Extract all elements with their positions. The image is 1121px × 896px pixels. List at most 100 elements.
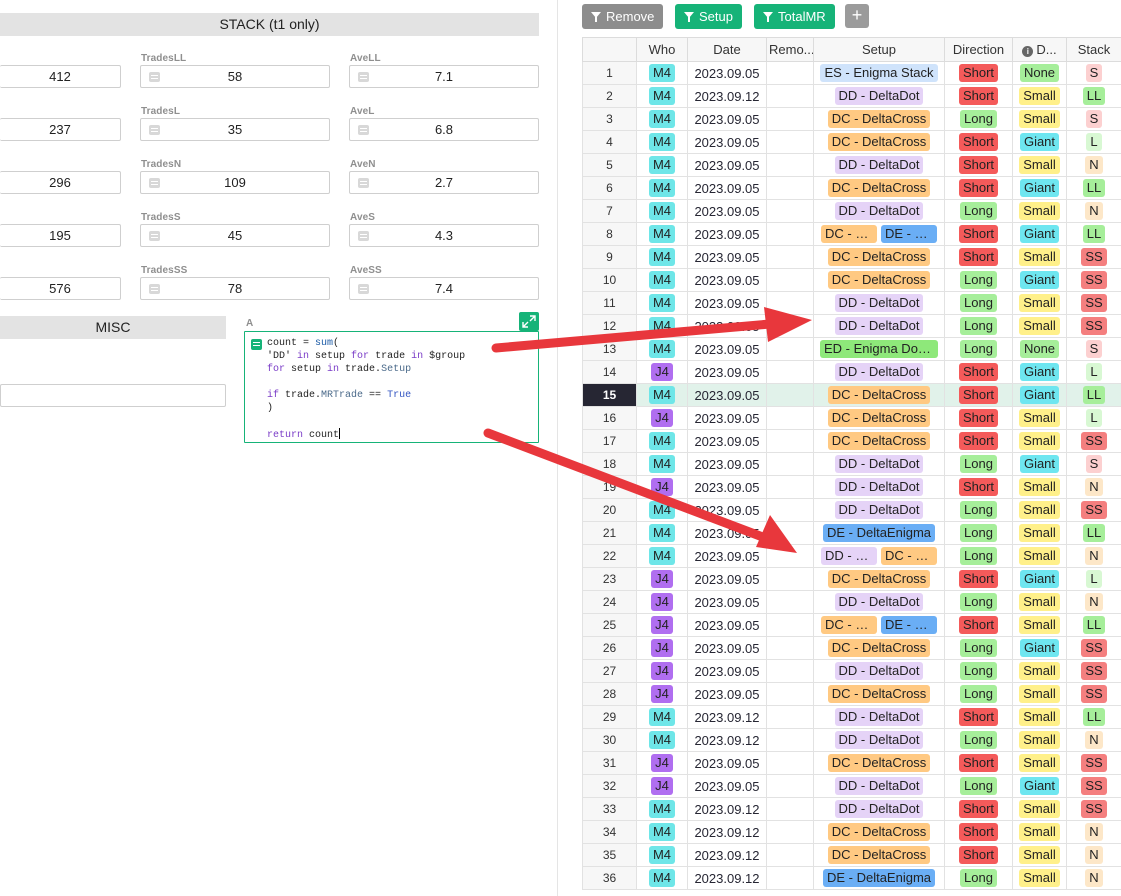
cell-removed[interactable] <box>766 314 814 338</box>
cell-date[interactable]: 2023.09.05 <box>687 222 767 246</box>
cell-stack[interactable]: S <box>1066 61 1121 85</box>
stack-left-value[interactable]: 296 <box>0 171 121 194</box>
cell-direction[interactable]: Short <box>944 429 1013 453</box>
cell-who[interactable]: M4 <box>636 199 688 223</box>
cell-date[interactable]: 2023.09.05 <box>687 498 767 522</box>
cell-setup[interactable]: DD - DeltaDot <box>813 452 945 476</box>
cell-date[interactable]: 2023.09.05 <box>687 406 767 430</box>
cell-removed[interactable] <box>766 291 814 315</box>
cell-removed[interactable] <box>766 728 814 752</box>
cell-who[interactable]: J4 <box>636 475 688 499</box>
cell-who[interactable]: M4 <box>636 452 688 476</box>
cell-date[interactable]: 2023.09.05 <box>687 567 767 591</box>
stack-left-value[interactable]: 237 <box>0 118 121 141</box>
cell-date[interactable]: 2023.09.05 <box>687 61 767 85</box>
field-value-box[interactable]: 109 <box>140 171 330 194</box>
cell-stack[interactable]: LL <box>1066 222 1121 246</box>
cell-size[interactable]: Small <box>1012 728 1067 752</box>
row-number[interactable]: 23 <box>582 567 637 591</box>
cell-who[interactable]: J4 <box>636 406 688 430</box>
cell-size[interactable]: Small <box>1012 84 1067 108</box>
row-number[interactable]: 5 <box>582 153 637 177</box>
table-row[interactable]: 36 M4 2023.09.12 DE - DeltaEnigma Long Small N <box>582 866 1121 890</box>
cell-who[interactable]: M4 <box>636 268 688 292</box>
cell-removed[interactable] <box>766 636 814 660</box>
cell-who[interactable]: M4 <box>636 153 688 177</box>
column-header-setup[interactable]: Setup <box>813 37 945 62</box>
cell-direction[interactable]: Short <box>944 751 1013 775</box>
cell-date[interactable]: 2023.09.05 <box>687 452 767 476</box>
cell-setup[interactable]: DD - DeltaDot <box>813 291 945 315</box>
cell-setup[interactable]: ES - Enigma Stack <box>813 61 945 85</box>
cell-removed[interactable] <box>766 682 814 706</box>
expand-editor-button[interactable] <box>519 312 539 331</box>
cell-removed[interactable] <box>766 429 814 453</box>
cell-who[interactable]: M4 <box>636 337 688 361</box>
cell-stack[interactable]: LL <box>1066 383 1121 407</box>
cell-stack[interactable]: SS <box>1066 268 1121 292</box>
cell-stack[interactable]: S <box>1066 337 1121 361</box>
cell-removed[interactable] <box>766 498 814 522</box>
cell-stack[interactable]: LL <box>1066 705 1121 729</box>
cell-who[interactable]: M4 <box>636 383 688 407</box>
column-header-removed[interactable]: Remo... <box>766 37 814 62</box>
cell-removed[interactable] <box>766 84 814 108</box>
cell-direction[interactable]: Long <box>944 521 1013 545</box>
cell-who[interactable]: J4 <box>636 636 688 660</box>
table-row[interactable]: 16 J4 2023.09.05 DC - DeltaCross Short Small L <box>582 406 1121 430</box>
cell-date[interactable]: 2023.09.12 <box>687 797 767 821</box>
cell-direction[interactable]: Long <box>944 452 1013 476</box>
cell-date[interactable]: 2023.09.05 <box>687 199 767 223</box>
cell-who[interactable]: M4 <box>636 843 688 867</box>
cell-direction[interactable]: Short <box>944 360 1013 384</box>
table-row[interactable]: 13 M4 2023.09.05 ED - Enigma DotCross Long No… <box>582 337 1121 361</box>
row-number[interactable]: 17 <box>582 429 637 453</box>
cell-removed[interactable] <box>766 521 814 545</box>
cell-stack[interactable]: N <box>1066 475 1121 499</box>
table-row[interactable]: 25 J4 2023.09.05 DC - DeltaCrossDE - DeltaE… <box>582 613 1121 637</box>
cell-setup[interactable]: DC - DeltaCross <box>813 636 945 660</box>
row-number[interactable]: 29 <box>582 705 637 729</box>
cell-setup[interactable]: DD - DeltaDot <box>813 659 945 683</box>
cell-size[interactable]: Giant <box>1012 452 1067 476</box>
cell-stack[interactable]: N <box>1066 820 1121 844</box>
cell-stack[interactable]: SS <box>1066 429 1121 453</box>
cell-setup[interactable]: DC - DeltaCross <box>813 429 945 453</box>
cell-setup[interactable]: DD - DeltaDot <box>813 797 945 821</box>
cell-removed[interactable] <box>766 820 814 844</box>
cell-who[interactable]: M4 <box>636 314 688 338</box>
cell-date[interactable]: 2023.09.05 <box>687 107 767 131</box>
cell-date[interactable]: 2023.09.05 <box>687 475 767 499</box>
cell-size[interactable]: Giant <box>1012 222 1067 246</box>
row-number[interactable]: 9 <box>582 245 637 269</box>
cell-size[interactable]: Giant <box>1012 636 1067 660</box>
column-header-stack[interactable]: Stack <box>1066 37 1121 62</box>
cell-stack[interactable]: L <box>1066 406 1121 430</box>
cell-stack[interactable]: SS <box>1066 751 1121 775</box>
cell-direction[interactable]: Long <box>944 107 1013 131</box>
filter-setup-button[interactable]: Setup <box>675 4 742 29</box>
table-row[interactable]: 12 M4 2023.09.05 DD - DeltaDot Long Small SS <box>582 314 1121 338</box>
cell-size[interactable]: Small <box>1012 751 1067 775</box>
table-row[interactable]: 2 M4 2023.09.12 DD - DeltaDot Short Small LL <box>582 84 1121 108</box>
row-number[interactable]: 11 <box>582 291 637 315</box>
cell-size[interactable]: Small <box>1012 544 1067 568</box>
cell-date[interactable]: 2023.09.05 <box>687 682 767 706</box>
cell-direction[interactable]: Short <box>944 84 1013 108</box>
cell-direction[interactable]: Short <box>944 705 1013 729</box>
cell-size[interactable]: Small <box>1012 705 1067 729</box>
cell-removed[interactable] <box>766 222 814 246</box>
cell-removed[interactable] <box>766 843 814 867</box>
cell-size[interactable]: Giant <box>1012 774 1067 798</box>
cell-who[interactable]: J4 <box>636 682 688 706</box>
cell-stack[interactable]: N <box>1066 866 1121 890</box>
cell-direction[interactable]: Short <box>944 383 1013 407</box>
cell-date[interactable]: 2023.09.05 <box>687 590 767 614</box>
table-row[interactable]: 21 M4 2023.09.05 DE - DeltaEnigma Long Small L… <box>582 521 1121 545</box>
table-row[interactable]: 23 J4 2023.09.05 DC - DeltaCross Short Giant L <box>582 567 1121 591</box>
table-row[interactable]: 20 M4 2023.09.05 DD - DeltaDot Long Small SS <box>582 498 1121 522</box>
cell-direction[interactable]: Long <box>944 544 1013 568</box>
cell-stack[interactable]: SS <box>1066 245 1121 269</box>
cell-direction[interactable]: Short <box>944 797 1013 821</box>
cell-stack[interactable]: LL <box>1066 613 1121 637</box>
